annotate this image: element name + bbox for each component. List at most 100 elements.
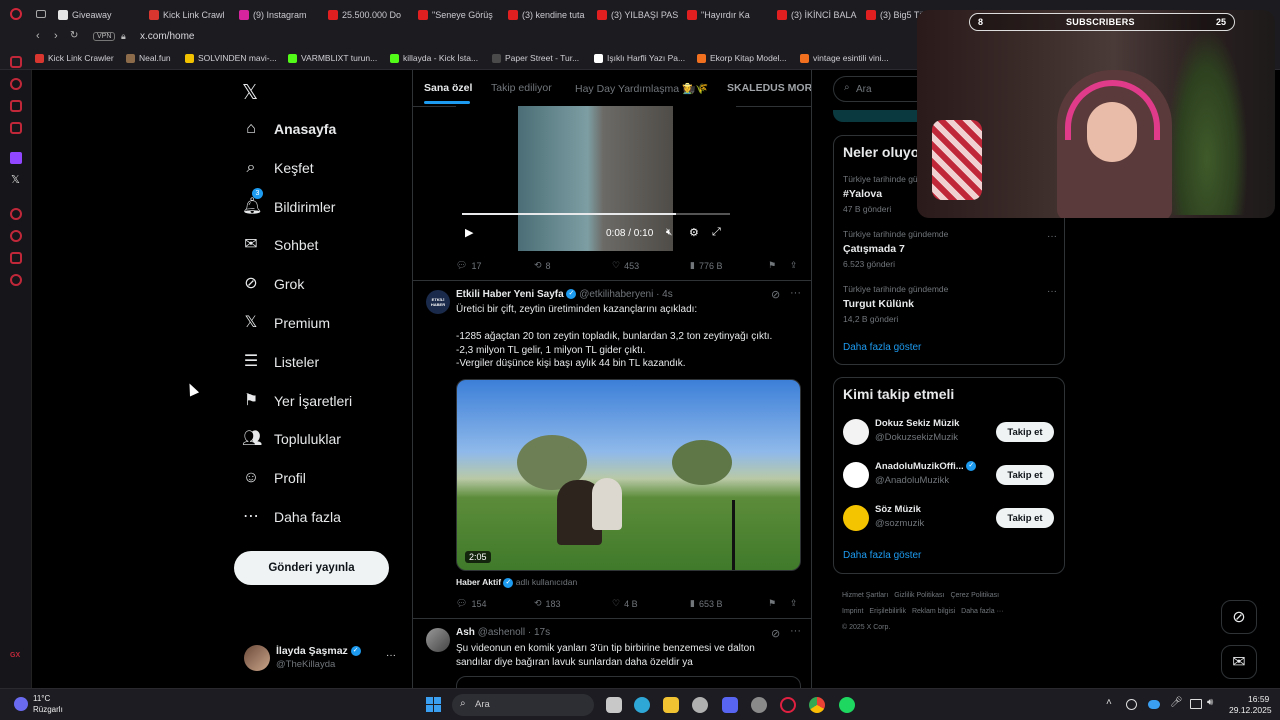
browser-tab[interactable]: (3) kendine tuta xyxy=(508,6,592,24)
post-media-preview[interactable] xyxy=(456,676,801,688)
footer-link[interactable]: Gizlilik Politikası xyxy=(894,592,944,599)
grok-explain-icon[interactable]: ⊘ xyxy=(771,627,780,640)
post-time[interactable]: · 17s xyxy=(528,627,550,638)
browser-tab[interactable]: (9) Instagram xyxy=(239,6,323,24)
like-button[interactable]: ♡ 453 xyxy=(612,260,639,271)
repost-button[interactable]: ⟲ 8 xyxy=(534,260,551,271)
url-field[interactable]: x.com/home xyxy=(140,31,194,42)
taskbar-search[interactable]: ⌕ Ara xyxy=(452,694,594,716)
back-icon[interactable]: ‹ xyxy=(36,30,40,42)
bookmark-item[interactable]: Ekorp Kitap Model... xyxy=(697,53,787,63)
video-source[interactable]: Haber Aktif ✓ adlı kullanıcıdan xyxy=(456,577,577,588)
footer-link[interactable]: Çerez Politikası xyxy=(950,592,999,599)
sidebar-instagram-icon[interactable] xyxy=(10,100,22,112)
tray-cloud-icon[interactable] xyxy=(1148,700,1160,709)
views-button[interactable]: ▮ 653 B xyxy=(690,598,722,609)
reload-icon[interactable]: ↻ xyxy=(70,30,78,41)
nav-item-grok[interactable]: ⊘ Grok xyxy=(242,270,304,298)
task-view-icon[interactable] xyxy=(606,697,622,713)
browser-tab[interactable]: (3) YILBAŞI PAS xyxy=(597,6,681,24)
sidebar-history-icon[interactable] xyxy=(10,230,22,242)
trend-more-icon[interactable]: ··· xyxy=(1047,231,1057,242)
workspace-icon[interactable] xyxy=(36,10,46,18)
bookmark-item[interactable]: vintage esintili vini... xyxy=(800,53,889,63)
post-author[interactable]: Ash xyxy=(456,627,475,638)
post-more-icon[interactable]: ··· xyxy=(790,287,801,299)
network-icon[interactable] xyxy=(1190,699,1202,709)
bookmark-item[interactable]: SOLVINDEN mavi-... xyxy=(185,53,277,63)
share-button[interactable]: ⇪ xyxy=(790,598,798,609)
clock-time[interactable]: 16:59 xyxy=(1248,694,1269,704)
sidebar-settings-icon[interactable] xyxy=(10,274,22,286)
bookmark-item[interactable]: Işıklı Harfli Yazı Pa... xyxy=(594,53,685,63)
forward-icon[interactable]: › xyxy=(54,30,58,42)
microphone-icon[interactable]: 🎤︎ xyxy=(1170,697,1183,708)
edge-icon[interactable] xyxy=(634,697,650,713)
settings-gear-icon[interactable]: ⚙ xyxy=(689,226,699,239)
grok-explain-icon[interactable]: ⊘ xyxy=(771,288,780,301)
sidebar-x-icon[interactable]: 𝕏 xyxy=(11,173,20,186)
share-button[interactable]: ⇪ xyxy=(790,260,798,271)
trend-more-icon[interactable]: ··· xyxy=(1047,286,1057,297)
browser-tab[interactable]: Giveaway xyxy=(58,6,142,24)
clock-date[interactable]: 29.12.2025 xyxy=(1229,705,1272,715)
bookmark-button[interactable]: ⚑ xyxy=(768,598,776,609)
sidebar-pin-icon[interactable] xyxy=(10,56,22,68)
x-logo[interactable]: 𝕏 xyxy=(242,80,258,105)
nav-item-yer-i-şaretleri[interactable]: ⚑ Yer İşaretleri xyxy=(242,387,352,415)
tray-app-icon[interactable] xyxy=(1126,699,1137,710)
settings-gear-icon[interactable] xyxy=(692,697,708,713)
opera-logo-icon[interactable] xyxy=(10,8,22,20)
weather-desc[interactable]: Rüzgarlı xyxy=(33,705,63,714)
sidebar-twitch-icon[interactable] xyxy=(10,152,22,164)
account-switcher[interactable]: İlayda Şaşmaz ✓ @TheKillayda ··· xyxy=(242,642,402,676)
file-explorer-icon[interactable] xyxy=(663,697,679,713)
fullscreen-icon[interactable]: ⤢ xyxy=(712,226,721,239)
sidebar-gx-icon[interactable]: GX xyxy=(10,652,20,659)
browser-tab[interactable]: (3) İKİNCİ BALA xyxy=(777,6,861,24)
nav-item-profil[interactable]: ☺ Profil xyxy=(242,464,306,492)
steam-icon[interactable] xyxy=(751,697,767,713)
post-video[interactable]: ▶ 0:08 / 0:10 🔇︎ ⚙ ⤢ xyxy=(456,106,736,251)
post-author[interactable]: Etkili Haber Yeni Sayfa xyxy=(456,289,564,300)
spotify-icon[interactable] xyxy=(839,697,855,713)
follow-suggestion[interactable]: AnadoluMuzikOffi... ✓ @AnadoluMuzikk Takip… xyxy=(834,461,1064,497)
footer-link[interactable]: Daha fazla ··· xyxy=(961,608,1003,615)
footer-link[interactable]: Imprint xyxy=(842,608,863,615)
browser-tab[interactable]: 25.500.000 Do xyxy=(328,6,412,24)
nav-item-sohbet[interactable]: ✉ Sohbet xyxy=(242,231,318,259)
follow-suggestion[interactable]: Dokuz Sekiz Müzik @DokuzsekizMuzik Takip … xyxy=(834,418,1064,454)
mute-icon[interactable]: 🔇︎ xyxy=(666,227,672,238)
bookmark-item[interactable]: VARMBLIXT turun... xyxy=(288,53,377,63)
follow-button[interactable]: Takip et xyxy=(996,465,1054,485)
grok-floating-button[interactable]: ⊘ xyxy=(1221,600,1257,634)
footer-link[interactable]: Hizmet Şartları xyxy=(842,592,888,599)
footer-link[interactable]: Reklam bilgisi xyxy=(912,608,955,615)
trend-item[interactable]: Türkiye tarihinde gündemde Çatışmada 7 6.5… xyxy=(843,229,1057,277)
browser-tab[interactable]: "Hayırdır Ka xyxy=(687,6,771,24)
post-avatar[interactable] xyxy=(426,628,450,652)
weather-icon[interactable] xyxy=(14,697,28,711)
who-to-follow-show-more[interactable]: Daha fazla göster xyxy=(843,550,921,561)
follow-suggestion[interactable]: Söz Müzik @sozmuzik Takip et xyxy=(834,504,1064,540)
reply-button[interactable]: 💬︎ 17 xyxy=(456,260,481,271)
post-handle[interactable]: @ashenoll xyxy=(478,627,525,638)
play-icon[interactable]: ▶ xyxy=(465,226,473,239)
post-more-icon[interactable]: ··· xyxy=(790,625,801,637)
bookmark-item[interactable]: killayda - Kick İsta... xyxy=(390,53,478,63)
post-video[interactable]: 2:05 xyxy=(456,379,801,571)
like-button[interactable]: ♡ 4 B xyxy=(612,598,638,609)
account-menu-icon[interactable]: ··· xyxy=(386,650,396,661)
post-time[interactable]: · 4s xyxy=(656,289,673,300)
sidebar-music-icon[interactable] xyxy=(10,122,22,134)
sidebar-messenger-icon[interactable] xyxy=(10,78,22,90)
sidebar-player-icon[interactable] xyxy=(10,208,22,220)
browser-tab[interactable]: Kick Link Crawl xyxy=(149,6,233,24)
footer-link[interactable]: Erişilebilirlik xyxy=(869,608,906,615)
tab-hay-day[interactable]: Hay Day Yardımlaşma 👩‍🌾🌾 xyxy=(575,82,708,95)
nav-item-keşfet[interactable]: ⌕ Keşfet xyxy=(242,154,314,182)
messages-floating-button[interactable]: ✉ xyxy=(1221,645,1257,679)
nav-item-topluluklar[interactable]: 👥︎ Topluluklar xyxy=(242,425,341,453)
sidebar-extensions-icon[interactable] xyxy=(10,252,22,264)
post-button[interactable]: Gönderi yayınla xyxy=(234,551,389,585)
